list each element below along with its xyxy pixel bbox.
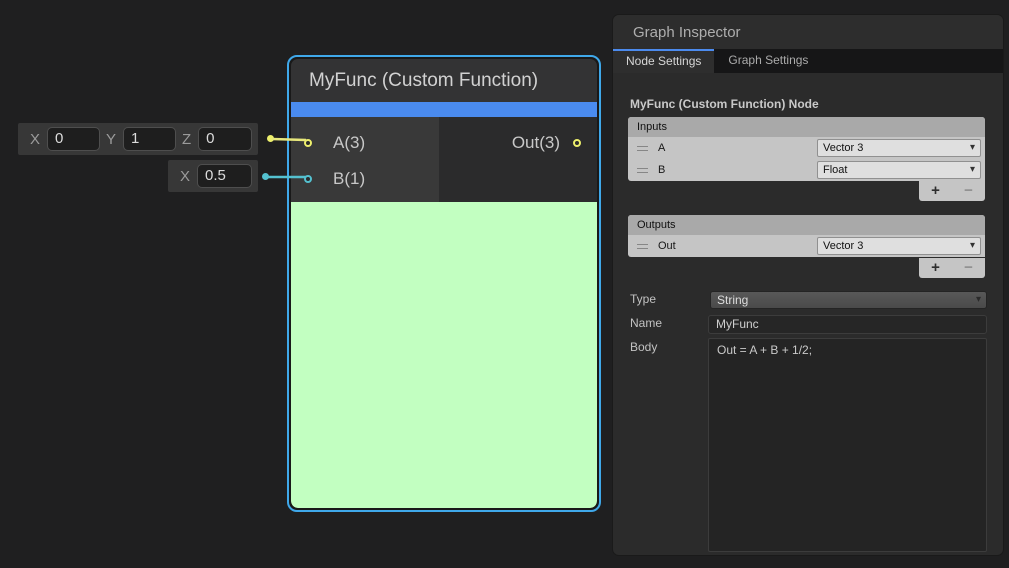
y-axis-label: Y xyxy=(106,131,116,148)
custom-function-node[interactable]: MyFunc (Custom Function) A(3) B(1) Out(3… xyxy=(287,55,601,512)
port-a-connector-icon[interactable] xyxy=(304,139,312,147)
float-value-field[interactable]: 0.5 xyxy=(197,164,252,188)
list-item[interactable]: B Float▾ xyxy=(628,159,985,181)
input-b-name: B xyxy=(658,164,665,176)
port-a-label: A(3) xyxy=(333,133,365,153)
tab-node-settings[interactable]: Node Settings xyxy=(613,49,714,73)
name-field[interactable]: MyFunc xyxy=(708,315,987,334)
output-port-row: Out(3) xyxy=(439,125,597,161)
add-output-button[interactable]: + xyxy=(931,259,940,277)
body-label: Body xyxy=(630,340,657,354)
chevron-down-icon: ▾ xyxy=(976,292,981,308)
port-b-label: B(1) xyxy=(333,169,365,189)
port-out-label: Out(3) xyxy=(512,133,560,153)
input-port-row-a: A(3) xyxy=(291,125,439,161)
add-input-button[interactable]: + xyxy=(931,182,940,200)
type-label: Type xyxy=(630,292,656,306)
node-title[interactable]: MyFunc (Custom Function) xyxy=(291,59,597,102)
node-input-ports: A(3) B(1) xyxy=(291,117,439,202)
float-input-widget: X 0.5 xyxy=(168,160,258,192)
x-axis-label: X xyxy=(30,131,40,148)
node-preview-area xyxy=(291,202,597,508)
port-b-connector-icon[interactable] xyxy=(304,175,312,183)
name-label: Name xyxy=(630,316,662,330)
node-heading: MyFunc (Custom Function) Node xyxy=(630,97,819,111)
outputs-list: Outputs Out Vector 3▾ xyxy=(628,215,985,257)
remove-output-button[interactable]: − xyxy=(964,259,973,277)
edge-endpoint-dot-yellow[interactable] xyxy=(267,135,274,142)
body-field[interactable]: Out = A + B + 1/2; xyxy=(708,338,987,552)
output-type-dropdown[interactable]: Vector 3▾ xyxy=(817,237,981,255)
output-name: Out xyxy=(658,240,676,252)
vector3-input-widget: X 0 Y 1 Z 0 xyxy=(18,123,258,155)
edge-endpoint-dot-cyan[interactable] xyxy=(262,173,269,180)
node-output-ports: Out(3) xyxy=(439,117,597,202)
z-value-field[interactable]: 0 xyxy=(198,127,252,151)
type-dropdown[interactable]: String▾ xyxy=(710,291,987,309)
drag-handle-icon[interactable] xyxy=(637,168,648,173)
inspector-tab-bar: Node Settings Graph Settings xyxy=(613,49,1003,73)
node-accent-bar xyxy=(291,102,597,117)
drag-handle-icon[interactable] xyxy=(637,146,648,151)
list-item[interactable]: Out Vector 3▾ xyxy=(628,235,985,257)
list-item[interactable]: A Vector 3▾ xyxy=(628,137,985,159)
port-out-connector-icon[interactable] xyxy=(573,139,581,147)
chevron-down-icon: ▾ xyxy=(970,140,975,156)
y-value-field[interactable]: 1 xyxy=(123,127,176,151)
input-port-row-b: B(1) xyxy=(291,161,439,197)
graph-inspector-panel: Graph Inspector Node Settings Graph Sett… xyxy=(613,15,1003,555)
remove-input-button[interactable]: − xyxy=(964,182,973,200)
z-axis-label: Z xyxy=(182,131,191,148)
inputs-list-footer: + − xyxy=(919,181,985,201)
outputs-list-footer: + − xyxy=(919,258,985,278)
chevron-down-icon: ▾ xyxy=(970,238,975,254)
outputs-list-header: Outputs xyxy=(628,215,985,235)
inputs-list: Inputs A Vector 3▾ B Float▾ xyxy=(628,117,985,181)
inspector-title[interactable]: Graph Inspector xyxy=(613,15,1003,49)
inputs-list-header: Inputs xyxy=(628,117,985,137)
input-b-type-dropdown[interactable]: Float▾ xyxy=(817,161,981,179)
input-a-name: A xyxy=(658,142,665,154)
x-value-field[interactable]: 0 xyxy=(47,127,100,151)
tab-graph-settings[interactable]: Graph Settings xyxy=(714,49,822,73)
drag-handle-icon[interactable] xyxy=(637,244,648,249)
x-axis-label: X xyxy=(180,168,190,185)
input-a-type-dropdown[interactable]: Vector 3▾ xyxy=(817,139,981,157)
chevron-down-icon: ▾ xyxy=(970,162,975,178)
